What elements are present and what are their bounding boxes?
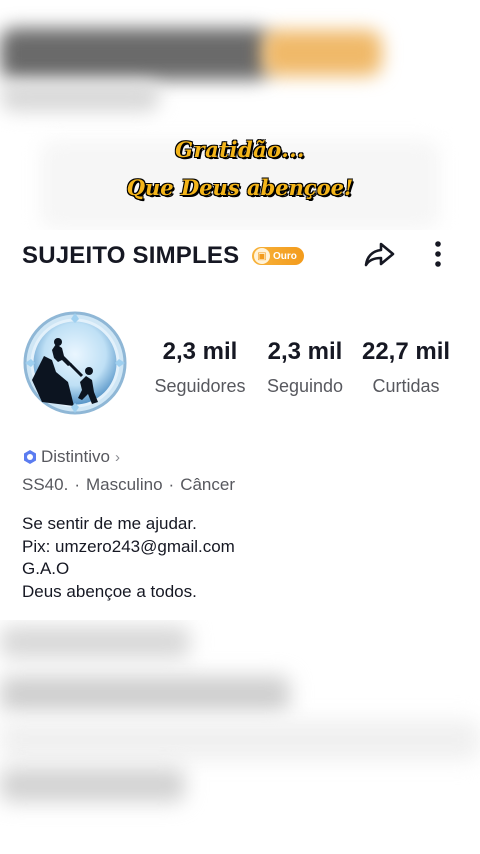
hexagon-badge-icon <box>24 450 36 464</box>
blurred-content-area <box>0 620 480 854</box>
bio-line: G.A.O <box>22 559 70 578</box>
avatar[interactable] <box>22 310 128 416</box>
meta-separator: · <box>168 475 175 494</box>
blurred-row <box>0 626 190 658</box>
gold-badge[interactable]: ▣ Ouro <box>252 247 304 265</box>
meta-code: SS40. <box>22 475 69 494</box>
followers-stat[interactable]: 2,3 mil Seguidores <box>148 338 252 397</box>
more-vertical-icon[interactable] <box>426 237 450 271</box>
share-icon[interactable] <box>362 237 396 271</box>
following-label: Seguindo <box>266 376 344 396</box>
followers-label: Seguidores <box>154 376 246 396</box>
following-stat[interactable]: 2,3 mil Seguindo <box>259 338 351 397</box>
profile-meta: SS40. · Masculino · Câncer <box>22 475 235 495</box>
likes-count: 22,7 mil <box>361 338 451 365</box>
chevron-right-icon: › <box>114 448 120 466</box>
profile-username: SUJEITO SIMPLES <box>22 242 240 269</box>
meta-gender: Masculino <box>85 475 163 494</box>
blurred-banner-highlight <box>262 30 382 76</box>
banner-line-2: Que Deus abençoe! <box>126 175 354 200</box>
distintivo-link[interactable]: Distintivo › <box>22 447 120 467</box>
bio-line: Pix: umzero243@gmail.com <box>22 536 235 556</box>
badge-label: Ouro <box>273 250 297 262</box>
likes-stat[interactable]: 22,7 mil Curtidas <box>356 338 456 397</box>
likes-label: Curtidas <box>372 376 440 396</box>
blurred-row <box>0 768 185 802</box>
bio-line: Deus abençoe a todos. <box>22 581 197 601</box>
gold-badge-icon: ▣ <box>254 248 270 264</box>
profile-header: SUJEITO SIMPLES ▣ Ouro <box>0 232 480 280</box>
following-count: 2,3 mil <box>267 338 343 365</box>
profile-bio: Se sentir de me ajudar. Pix: umzero243@g… <box>22 513 235 603</box>
blurred-row <box>0 676 290 712</box>
blurred-banner-text <box>0 28 270 80</box>
meta-sign: Câncer <box>180 475 236 494</box>
bio-line: Se sentir de me ajudar. <box>22 514 197 533</box>
distintivo-label: Distintivo <box>41 447 110 466</box>
profile-banner: Gratidão... Que Deus abençoe! <box>0 0 480 230</box>
meta-separator: · <box>74 475 80 494</box>
banner-line-1: Gratidão... <box>175 137 305 162</box>
followers-count: 2,3 mil <box>162 338 238 365</box>
blurred-row <box>0 720 480 760</box>
blurred-banner-subtext <box>0 82 160 112</box>
